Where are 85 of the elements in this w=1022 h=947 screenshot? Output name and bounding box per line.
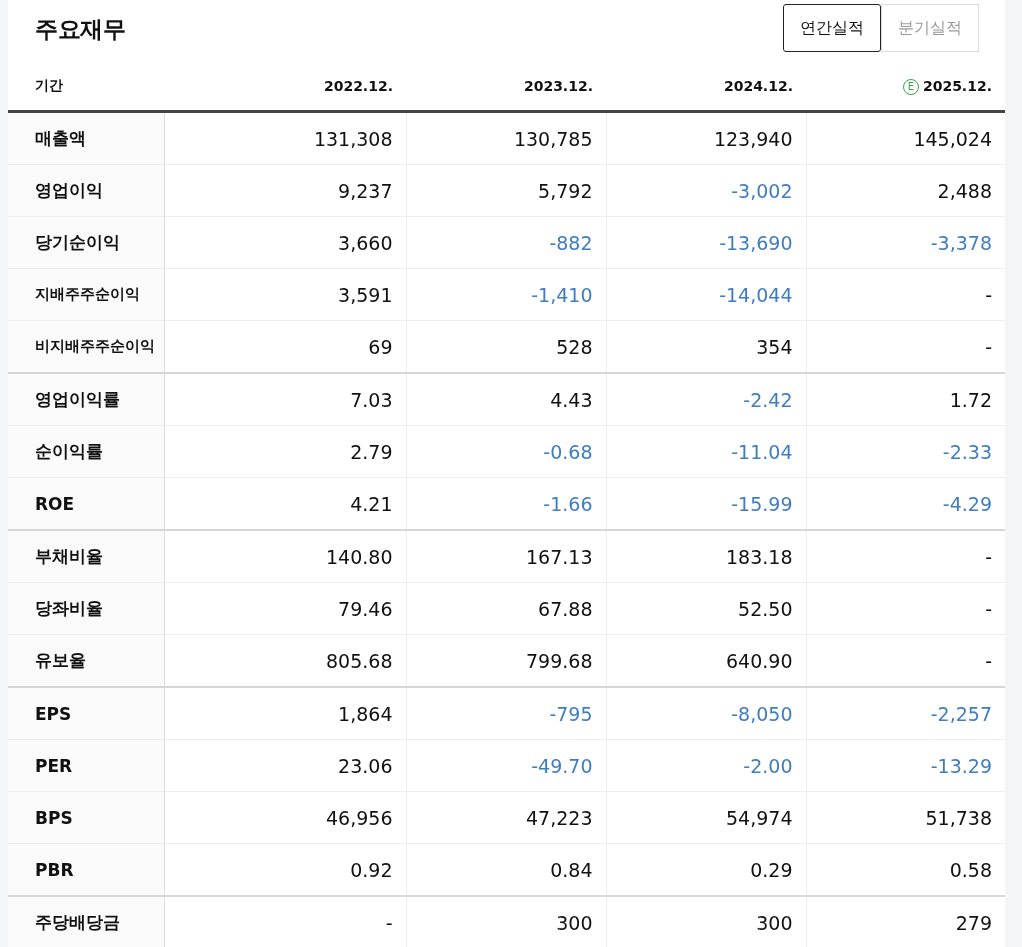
table-cell: 1.72: [806, 373, 1005, 426]
table-cell: -2.33: [806, 425, 1005, 478]
table-cell: 183.18: [606, 530, 806, 583]
table-cell: 300: [606, 896, 806, 947]
table-cell: 3,660: [164, 216, 406, 269]
table-cell: 528: [406, 320, 606, 373]
table-cell: 0.29: [606, 843, 806, 896]
row-label: EPS: [8, 687, 164, 740]
row-label: 비지배주주순이익: [8, 320, 164, 373]
table-cell: 3,591: [164, 268, 406, 321]
table-cell: -8,050: [606, 687, 806, 740]
table-cell: -14,044: [606, 268, 806, 321]
table-cell: 0.84: [406, 843, 606, 896]
table-cell: 805.68: [164, 634, 406, 687]
table-cell: 0.92: [164, 843, 406, 896]
table-cell: 4.43: [406, 373, 606, 426]
row-label: PBR: [8, 843, 164, 896]
table-cell: -15.99: [606, 477, 806, 530]
column-header: 2025.12.: [922, 77, 992, 94]
row-label: 영업이익: [8, 164, 164, 217]
table-cell: 140.80: [164, 530, 406, 583]
row-label: 유보율: [8, 634, 164, 687]
table-cell: -: [806, 268, 1005, 321]
row-label: 영업이익률: [8, 373, 164, 426]
table-cell: 9,237: [164, 164, 406, 217]
table-cell: 54,974: [606, 791, 806, 844]
table-cell: 2.79: [164, 425, 406, 478]
row-label: 순이익률: [8, 425, 164, 478]
table-cell: 300: [406, 896, 606, 947]
table-cell: -4.29: [806, 477, 1005, 530]
row-label: ROE: [8, 477, 164, 530]
column-header: 2023.12.: [406, 62, 606, 112]
table-cell: 23.06: [164, 739, 406, 792]
table-cell: 47,223: [406, 791, 606, 844]
table-cell: 123,940: [606, 111, 806, 165]
column-header: 2024.12.: [606, 62, 806, 112]
row-label: 지배주주순이익: [8, 268, 164, 321]
row-label: 당좌비율: [8, 582, 164, 635]
table-cell: -: [806, 320, 1005, 373]
table-cell: -2.42: [606, 373, 806, 426]
table-cell: 0.58: [806, 843, 1005, 896]
table-cell: 131,308: [164, 111, 406, 165]
table-cell: -11.04: [606, 425, 806, 478]
table-cell: 51,738: [806, 791, 1005, 844]
table-cell: -1.66: [406, 477, 606, 530]
table-cell: -2,257: [806, 687, 1005, 740]
table-cell: 52.50: [606, 582, 806, 635]
table-cell: -3,002: [606, 164, 806, 217]
table-cell: -2.00: [606, 739, 806, 792]
table-cell: -1,410: [406, 268, 606, 321]
table-cell: 67.88: [406, 582, 606, 635]
row-label: PER: [8, 739, 164, 792]
table-cell: 130,785: [406, 111, 606, 165]
row-label: BPS: [8, 791, 164, 844]
table-cell: 4.21: [164, 477, 406, 530]
column-header: 2022.12.: [164, 62, 406, 112]
table-cell: -49.70: [406, 739, 606, 792]
table-cell: 69: [164, 320, 406, 373]
table-cell: 1,864: [164, 687, 406, 740]
table-cell: 354: [606, 320, 806, 373]
table-cell: -0.68: [406, 425, 606, 478]
table-cell: -: [806, 530, 1005, 583]
table-cell: -795: [406, 687, 606, 740]
row-label: 당기순이익: [8, 216, 164, 269]
table-cell: 799.68: [406, 634, 606, 687]
period-tab[interactable]: 연간실적: [783, 4, 881, 52]
table-cell: 2,488: [806, 164, 1005, 217]
section-title: 주요재무: [35, 15, 125, 44]
row-label: 주당배당금: [8, 896, 164, 947]
table-cell: 5,792: [406, 164, 606, 217]
table-cell: -13,690: [606, 216, 806, 269]
table-cell: -882: [406, 216, 606, 269]
table-cell: -13.29: [806, 739, 1005, 792]
table-cell: 640.90: [606, 634, 806, 687]
table-cell: 145,024: [806, 111, 1005, 165]
table-cell: -: [806, 634, 1005, 687]
table-cell: 7.03: [164, 373, 406, 426]
table-cell: 279: [806, 896, 1005, 947]
row-label: 부채비율: [8, 530, 164, 583]
table-cell: -3,378: [806, 216, 1005, 269]
table-cell: -: [806, 582, 1005, 635]
table-cell: 167.13: [406, 530, 606, 583]
row-label: 매출액: [8, 111, 164, 165]
table-cell: 46,956: [164, 791, 406, 844]
table-cell: 79.46: [164, 582, 406, 635]
